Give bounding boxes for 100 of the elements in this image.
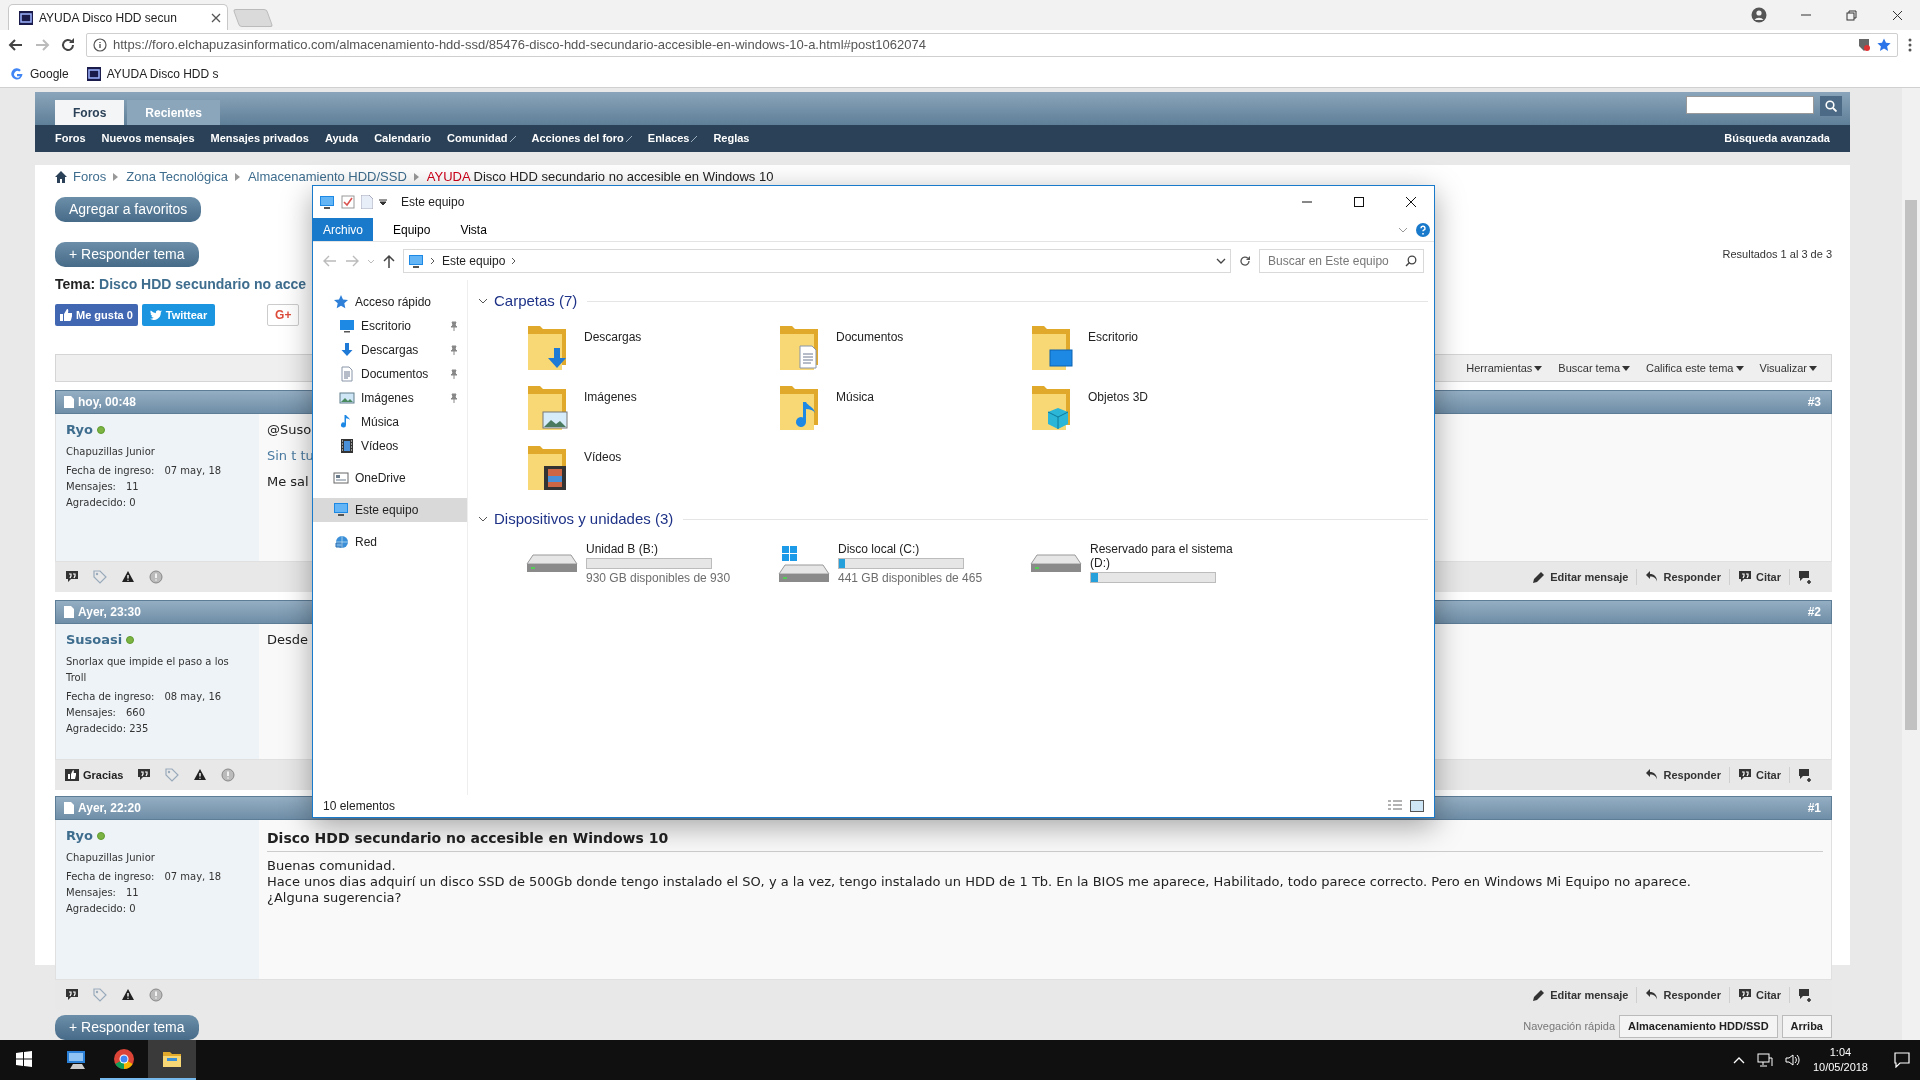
- restore-icon[interactable]: [1845, 9, 1857, 21]
- chevron-down-icon[interactable]: [1216, 258, 1226, 264]
- close-icon[interactable]: [1406, 197, 1416, 207]
- forum-select[interactable]: Almacenamiento HDD/SSD: [1619, 1015, 1778, 1038]
- reply-thread-button[interactable]: + Responder tema: [55, 1015, 199, 1040]
- quote-button[interactable]: Citar: [1729, 766, 1790, 784]
- folder-item[interactable]: Música: [778, 382, 1030, 442]
- nav-item[interactable]: Este equipo: [313, 498, 467, 522]
- close-icon[interactable]: [211, 12, 221, 23]
- breadcrumb-link[interactable]: Foros: [73, 167, 107, 187]
- shield-icon[interactable]: [1857, 38, 1871, 52]
- nav-item[interactable]: Música: [313, 410, 467, 434]
- home-icon[interactable]: [55, 171, 67, 183]
- info-icon[interactable]: [221, 768, 236, 782]
- like-button[interactable]: Me gusta 0: [55, 304, 138, 326]
- quote-icon[interactable]: [65, 988, 79, 1002]
- quote-icon[interactable]: [65, 570, 79, 584]
- folder-item[interactable]: Descargas: [526, 322, 778, 382]
- favorites-button[interactable]: Agregar a favoritos: [55, 197, 202, 222]
- bookmark-link[interactable]: AYUDA Disco HDD s: [86, 64, 219, 83]
- reload-icon[interactable]: [60, 37, 76, 53]
- maximize-icon[interactable]: [1354, 197, 1364, 207]
- drive-item[interactable]: Disco local (C:) 441 GB disponibles de 465: [778, 534, 1030, 592]
- nav-item[interactable]: Descargas: [313, 338, 467, 362]
- quote-button[interactable]: Citar: [1729, 986, 1790, 1004]
- menu-link[interactable]: Enlaces: [639, 130, 706, 147]
- info-icon[interactable]: [149, 988, 163, 1002]
- address-bar[interactable]: https://foro.elchapuzasinformatico.com/almacenamiento-hdd-ssd/85476-disco-hdd-secundario-accesible-en-windows-10-a.html#post1062074: [86, 33, 1898, 57]
- menu-link[interactable]: Mensajes privados: [202, 130, 317, 147]
- menu-link[interactable]: Acciones del foro: [523, 130, 640, 147]
- warning-icon[interactable]: [193, 768, 208, 782]
- thanks-button[interactable]: Gracias: [65, 766, 124, 784]
- reply-button[interactable]: Responder: [1637, 986, 1730, 1004]
- warning-icon[interactable]: [121, 988, 135, 1002]
- nav-item[interactable]: Vídeos: [313, 434, 467, 458]
- menu-link[interactable]: Foros: [47, 130, 94, 147]
- checklist-icon[interactable]: [341, 195, 355, 209]
- ribbon-tab[interactable]: Archivo: [313, 218, 373, 241]
- reply-thread-button[interactable]: + Responder tema: [55, 242, 199, 267]
- help-icon[interactable]: [1416, 222, 1430, 237]
- up-arrow-icon[interactable]: [383, 254, 395, 268]
- reply-button[interactable]: Responder: [1637, 568, 1730, 586]
- nav-item[interactable]: Documentos: [313, 362, 467, 386]
- chevron-up-icon[interactable]: [1732, 1056, 1745, 1064]
- quote-icon[interactable]: [137, 768, 152, 782]
- edit-post-button[interactable]: Editar mensaje: [1524, 568, 1638, 586]
- toolbar-menu[interactable]: Califica este tema: [1646, 359, 1744, 377]
- quote-button[interactable]: Citar: [1729, 568, 1790, 586]
- reply-button[interactable]: Responder: [1637, 766, 1730, 784]
- forum-tab[interactable]: Foros: [55, 100, 125, 125]
- nav-item[interactable]: Escritorio: [313, 314, 467, 338]
- toolbar-menu[interactable]: Buscar tema: [1558, 359, 1631, 377]
- refresh-icon[interactable]: [1239, 255, 1251, 267]
- notification-icon[interactable]: [1894, 1052, 1910, 1068]
- breadcrumb-link[interactable]: Zona Tecnológica: [126, 167, 228, 187]
- scrollbar[interactable]: [1902, 88, 1920, 1040]
- google-plus-button[interactable]: G+: [267, 304, 300, 326]
- close-icon[interactable]: [1891, 9, 1903, 21]
- taskbar-app[interactable]: [148, 1040, 196, 1080]
- menu-link[interactable]: Comunidad: [439, 130, 524, 147]
- info-icon[interactable]: [149, 570, 163, 584]
- bookmark-link[interactable]: Google: [10, 64, 69, 83]
- top-button[interactable]: Arriba: [1781, 1015, 1832, 1038]
- scrollbar-thumb[interactable]: [1905, 200, 1917, 730]
- search-field[interactable]: [1686, 95, 1814, 114]
- network-icon[interactable]: [1756, 1053, 1773, 1067]
- drive-item[interactable]: Reservado para el sistema (D:): [1030, 534, 1282, 592]
- folder-item[interactable]: Vídeos: [526, 442, 778, 502]
- chevron-down-icon[interactable]: [478, 296, 488, 306]
- section-header[interactable]: Carpetas (7): [494, 289, 578, 313]
- menu-link[interactable]: Calendario: [366, 130, 439, 147]
- breadcrumb-link[interactable]: Almacenamiento HDD/SSD: [247, 167, 407, 187]
- menu-link[interactable]: Ayuda: [316, 130, 367, 147]
- nav-item[interactable]: Red: [313, 530, 467, 554]
- toolbar-menu[interactable]: Herramientas: [1466, 359, 1543, 377]
- large-icons-view-icon[interactable]: [1410, 800, 1424, 812]
- menu-icon[interactable]: [1908, 38, 1912, 52]
- clock[interactable]: 1:04 10/05/2018: [1812, 1045, 1868, 1075]
- nav-item[interactable]: OneDrive: [313, 466, 467, 490]
- path-segment[interactable]: Este equipo: [442, 252, 506, 270]
- toolbar-menu[interactable]: Visualizar: [1759, 359, 1817, 377]
- back-icon[interactable]: [8, 37, 24, 53]
- address-bar[interactable]: Este equipo: [403, 249, 1231, 273]
- nav-item[interactable]: Acceso rápido: [313, 290, 467, 314]
- username-link[interactable]: Ryo: [66, 828, 93, 844]
- ribbon-tab[interactable]: Equipo: [383, 218, 441, 241]
- search-button[interactable]: [1820, 95, 1842, 116]
- volume-icon[interactable]: [1784, 1053, 1801, 1067]
- profile-icon[interactable]: [1751, 7, 1767, 23]
- menu-link[interactable]: Reglas: [705, 130, 758, 147]
- advanced-search-link[interactable]: Búsqueda avanzada: [1716, 130, 1838, 147]
- section-header[interactable]: Dispositivos y unidades (3): [494, 507, 674, 531]
- nav-item[interactable]: Imágenes: [313, 386, 467, 410]
- username-link[interactable]: Ryo: [66, 422, 93, 438]
- star-icon[interactable]: [1877, 38, 1891, 52]
- drive-item[interactable]: Unidad B (B:) 930 GB disponibles de 930: [526, 534, 778, 592]
- folder-item[interactable]: Documentos: [778, 322, 1030, 382]
- folder-item[interactable]: Imágenes: [526, 382, 778, 442]
- username-link[interactable]: Susoasi: [66, 632, 123, 648]
- caret-icon[interactable]: [379, 198, 387, 206]
